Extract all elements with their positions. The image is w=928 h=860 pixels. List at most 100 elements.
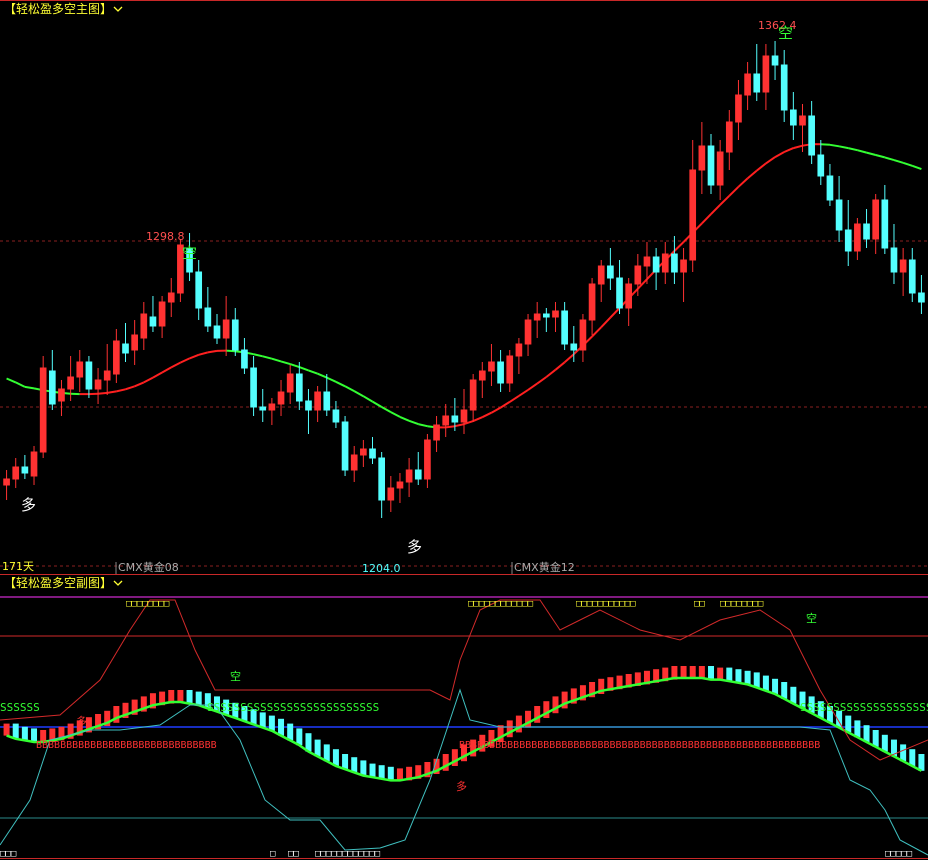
candle-body (433, 424, 440, 441)
candle-body (661, 253, 669, 273)
day-count-label: 171天 (2, 560, 34, 573)
box-signal-row: □□□□□□□□□□□□ (315, 849, 381, 859)
candle-body (762, 55, 770, 93)
osc-bar (708, 666, 715, 680)
osc-bar (378, 765, 385, 779)
osc-bar (726, 667, 733, 682)
candle-body (799, 115, 806, 126)
sub-title[interactable]: 【轻松盈多空副图】 (4, 576, 112, 590)
osc-bar (21, 726, 28, 741)
osc-bar (735, 669, 742, 683)
candle-body (149, 316, 157, 327)
candle-body (295, 373, 303, 402)
box-signal-row: □□□□□□□□ (126, 599, 170, 609)
osc-bar (332, 749, 339, 766)
candle-body (30, 451, 38, 477)
sell-signal-row: SSSSSS (0, 701, 40, 714)
osc-bar (369, 763, 376, 778)
candle-body (780, 64, 788, 111)
candle-body (12, 466, 20, 480)
candle (39, 356, 47, 458)
candle-body (204, 307, 212, 327)
contract2-label: CMX黄金12 (514, 560, 575, 574)
candle-body (826, 175, 834, 201)
osc-bar (342, 754, 349, 770)
candle-body (67, 376, 74, 390)
candle-body (744, 73, 751, 96)
candle-body (543, 313, 550, 318)
candle-body (707, 145, 715, 186)
candle-body (113, 340, 120, 375)
candle-body (597, 265, 605, 285)
candle-body (442, 415, 450, 426)
ma-segment (226, 349, 236, 353)
osc-bar (753, 672, 760, 688)
box-signal-row: □□□□□□□□ (720, 599, 764, 609)
box-signal-row: □□□ (0, 849, 17, 859)
candle-body (918, 292, 925, 303)
candle-body (39, 367, 47, 453)
sub-long-signal: 多 (456, 779, 467, 793)
osc-bar (360, 760, 367, 776)
box-signal-row: □□ (694, 599, 705, 609)
candle-body (469, 379, 477, 411)
candle-body (716, 151, 724, 186)
osc-bar (772, 678, 779, 694)
candle-body (524, 319, 532, 345)
candle-body (341, 421, 349, 471)
candle-body (478, 370, 486, 381)
candle-body (414, 469, 422, 480)
candle-body (323, 391, 331, 411)
low-label: 1204.0 (362, 562, 401, 575)
candle-body (854, 223, 861, 252)
ma-segment (820, 143, 831, 146)
osc-bar (872, 730, 879, 747)
buy-signal-row: BBBBBBBBBBBBBBBBBBBBBBBBBBBBBB (36, 740, 217, 751)
candle-body (725, 121, 733, 153)
candle-body (561, 310, 568, 345)
osc-bar (717, 667, 724, 680)
short-signal-1: 空 (182, 244, 197, 262)
candle-body (369, 448, 376, 459)
candle-body (552, 310, 559, 318)
box-signal-row: □ (270, 849, 276, 859)
osc-bar (268, 715, 275, 731)
candle-body (753, 73, 761, 93)
sub-short-signal: 空 (806, 611, 817, 625)
osc-bar (680, 666, 687, 678)
osc-bar (296, 728, 303, 746)
candle-body (863, 223, 870, 240)
osc-bar (790, 686, 797, 704)
candle-body (332, 409, 340, 423)
osc-bar (781, 682, 788, 699)
candle-body (213, 325, 221, 339)
candle-body (131, 334, 138, 351)
candle-body (698, 145, 706, 171)
osc-bar (177, 690, 184, 702)
candle-body (643, 256, 651, 267)
candle-body (844, 229, 852, 252)
candle-body (451, 415, 459, 423)
buy-signal-row: BBBBBBBBBBBBBBBBBBBBBBBBBBBBBBBBBBBBBBBB… (459, 740, 820, 751)
candle-body (405, 469, 413, 483)
candle-body (378, 457, 385, 501)
osc-bar (845, 715, 852, 733)
candle-body (588, 283, 596, 321)
candle-body (360, 448, 367, 456)
candle-body (735, 94, 742, 123)
main-title[interactable]: 【轻松盈多空主图】 (4, 2, 112, 16)
osc-bar (259, 712, 266, 728)
osc-bar (12, 723, 19, 739)
candle-body (899, 259, 907, 273)
osc-bar (351, 757, 358, 773)
candle-body (122, 343, 129, 354)
osc-bar (762, 675, 769, 691)
ma-segment (445, 425, 455, 429)
sell-signal-row: SSSSSSSSSSSSSSSSSSSS (800, 701, 928, 714)
osc-bar (314, 739, 321, 757)
osc-bar (3, 723, 10, 736)
candle-body (167, 292, 175, 303)
candle-body (305, 400, 312, 411)
osc-bar (909, 749, 916, 766)
candle-body (222, 319, 230, 339)
